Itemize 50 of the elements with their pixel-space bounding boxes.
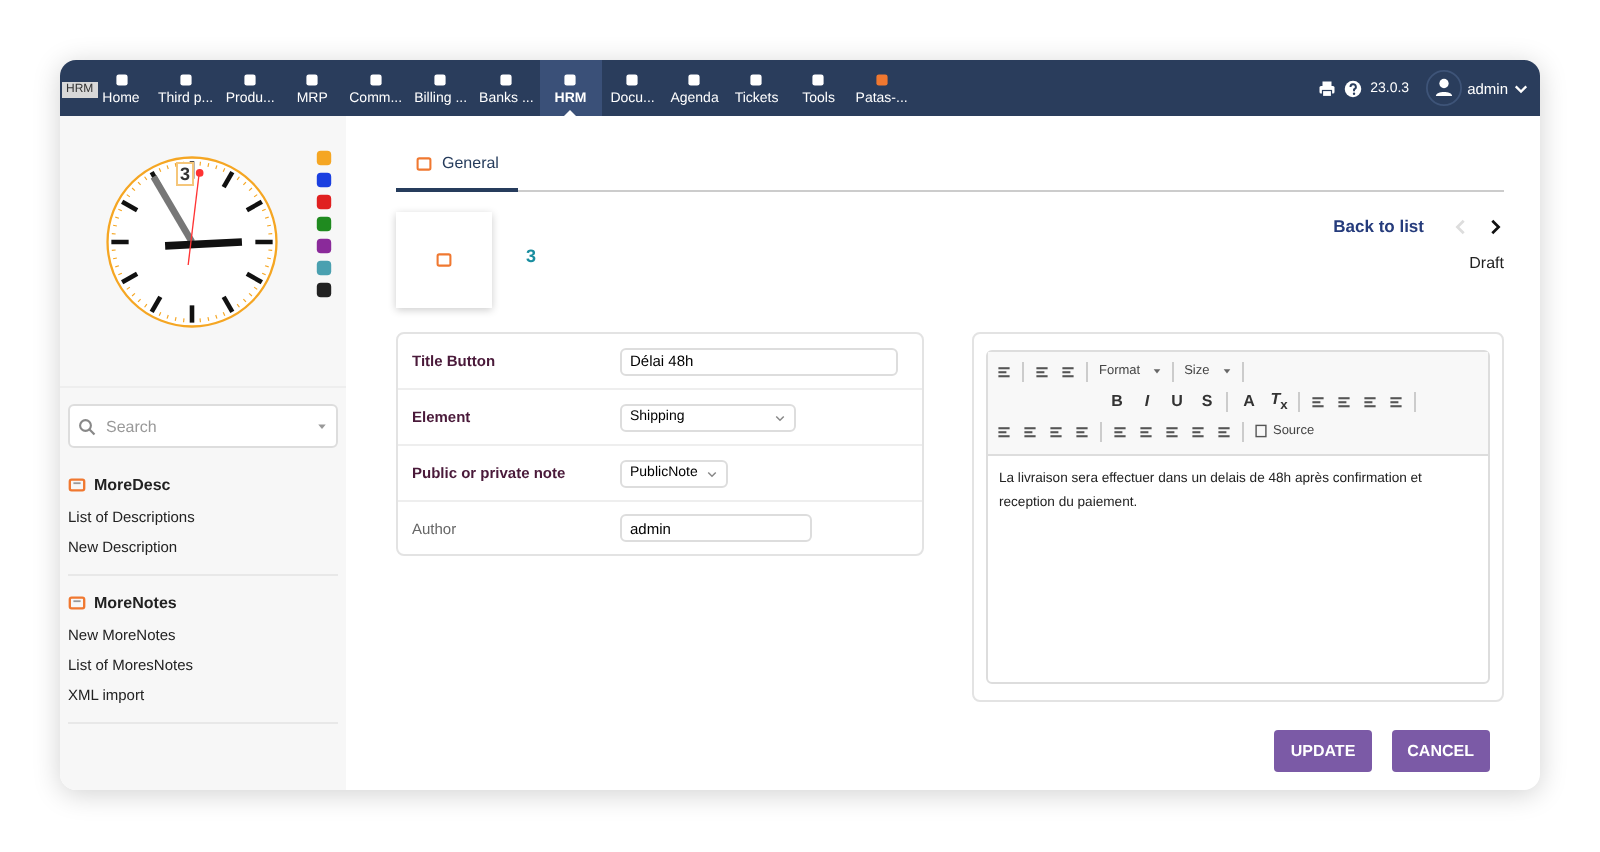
- shortcut-icon[interactable]: [316, 238, 332, 254]
- printer-icon[interactable]: [1318, 79, 1337, 97]
- toolbar-icon[interactable]: [1048, 423, 1065, 439]
- toolbar-icon[interactable]: [1060, 363, 1077, 379]
- search-icon: [78, 417, 96, 435]
- user-avatar-icon: [1425, 70, 1462, 106]
- cancel-button[interactable]: CANCEL: [1391, 730, 1490, 772]
- shortcut-icon[interactable]: [316, 172, 332, 188]
- toolbar-icon[interactable]: [1112, 423, 1129, 439]
- toolbar-icon[interactable]: [996, 423, 1013, 439]
- toolbar-icon[interactable]: [1138, 423, 1155, 439]
- format-button[interactable]: S: [1196, 392, 1217, 410]
- date-label: 3: [176, 162, 195, 186]
- back-to-list-link[interactable]: Back to list: [1333, 216, 1424, 236]
- module-icon: [436, 252, 452, 268]
- shortcut-icon[interactable]: [316, 282, 332, 298]
- toolbar-icon[interactable]: [1216, 423, 1233, 439]
- caret-icon: [706, 467, 718, 479]
- toolbar-icon[interactable]: [1190, 423, 1207, 439]
- dropdown-arrow-icon: [316, 420, 328, 432]
- toolbar-icon[interactable]: [1362, 393, 1379, 409]
- menu-section-title[interactable]: MoreNotes: [94, 594, 177, 612]
- toolbar-icon[interactable]: [1310, 393, 1327, 409]
- module-icon: [68, 476, 86, 494]
- format-button[interactable]: T$_{x}$: [1268, 389, 1289, 413]
- module-icon: [68, 594, 86, 612]
- toolbar-icon[interactable]: [1336, 393, 1353, 409]
- caret-icon: [774, 411, 786, 423]
- toolbar-icon[interactable]: [1074, 423, 1091, 439]
- format-button[interactable]: B: [1106, 392, 1127, 410]
- module-icon: [416, 155, 432, 171]
- format-button[interactable]: U: [1166, 392, 1187, 410]
- update-button[interactable]: UPDATE: [1274, 730, 1372, 772]
- caret-icon: [1152, 366, 1163, 376]
- tab[interactable]: General: [396, 140, 519, 192]
- status-label: Draft: [1469, 254, 1504, 272]
- caret-icon: [1514, 81, 1528, 95]
- next-icon[interactable]: [1486, 217, 1504, 235]
- toolbar-icon[interactable]: [996, 363, 1013, 379]
- toolbar-icon[interactable]: [1022, 423, 1039, 439]
- toolbar-icon[interactable]: [1034, 363, 1051, 379]
- toolbar-icon[interactable]: [1164, 423, 1181, 439]
- record-ref: 3: [526, 246, 537, 266]
- format-button[interactable]: I: [1136, 392, 1157, 410]
- toolbar-icon[interactable]: [1388, 393, 1405, 409]
- document-icon: [1254, 424, 1269, 438]
- help-icon[interactable]: [1344, 79, 1363, 97]
- format-button[interactable]: A: [1238, 392, 1259, 410]
- menu-section-title[interactable]: MoreDesc: [94, 476, 171, 494]
- caret-icon: [1221, 366, 1232, 376]
